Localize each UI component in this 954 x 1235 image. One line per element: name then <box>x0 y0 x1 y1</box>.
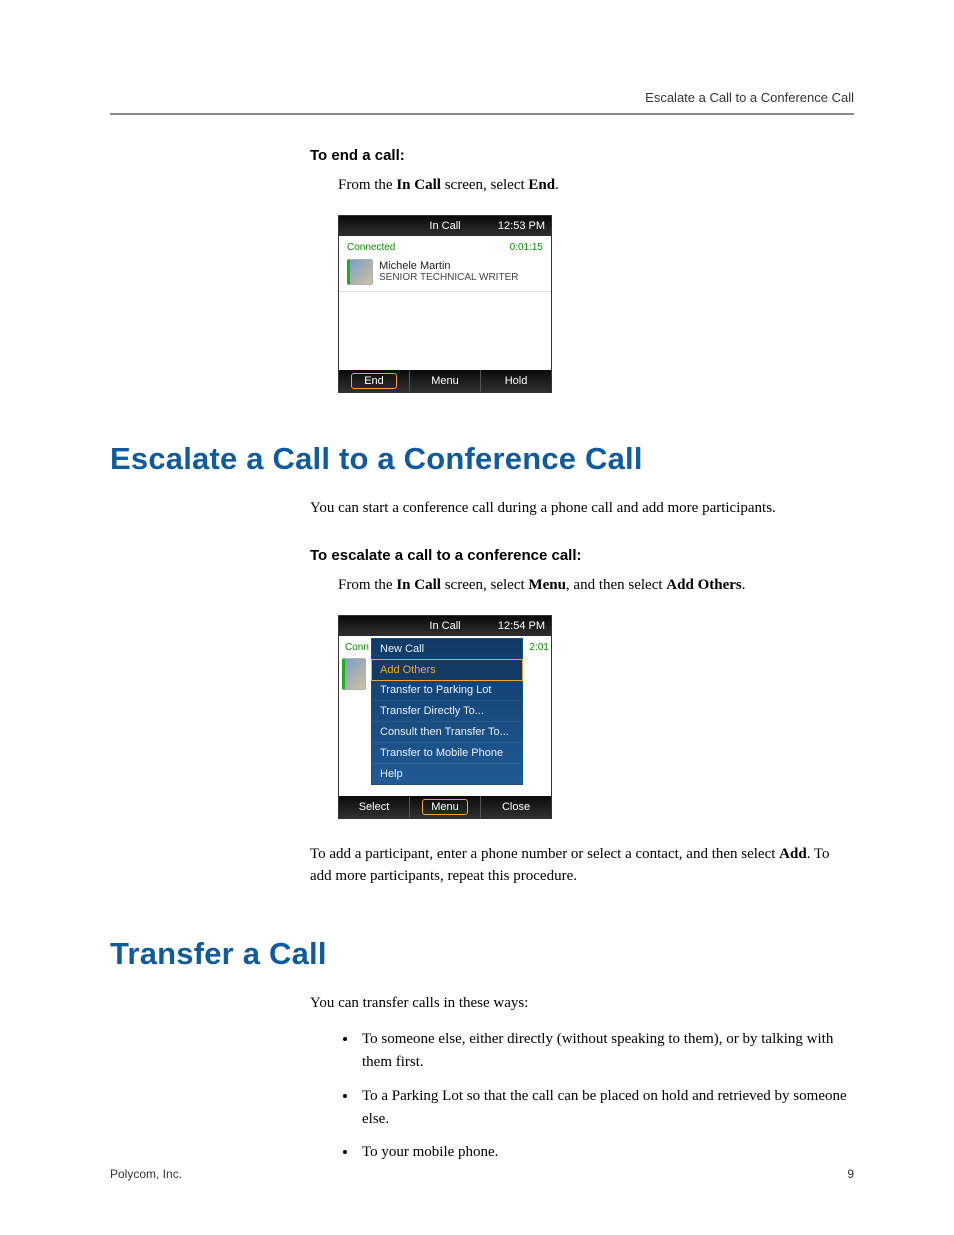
avatar <box>342 658 366 690</box>
footer-company: Polycom, Inc. <box>110 1167 182 1181</box>
status-label: Conn <box>345 642 369 653</box>
avatar <box>347 259 373 285</box>
page-footer: Polycom, Inc. 9 <box>110 1167 854 1181</box>
contact-name: Michele Martin <box>379 260 518 272</box>
screenshot-in-call: In Call 12:53 PM Connected 0:01:15 Miche… <box>338 215 552 393</box>
menu-item-add-others[interactable]: Add Others <box>371 659 523 681</box>
task-title-escalate: To escalate a call to a conference call: <box>310 547 854 564</box>
menu-item-new-call[interactable]: New Call <box>372 639 522 660</box>
page: Escalate a Call to a Conference Call To … <box>0 0 954 1235</box>
running-header: Escalate a Call to a Conference Call <box>110 90 854 105</box>
bold: In Call <box>396 577 441 593</box>
clock: 12:53 PM <box>498 220 545 232</box>
text: From the <box>338 177 396 193</box>
softkey-bar: End Menu Hold <box>339 370 551 392</box>
contact-info: Michele Martin SENIOR TECHNICAL WRITER <box>379 260 518 283</box>
softkey-menu[interactable]: Menu <box>410 796 480 818</box>
content-block-1: To end a call: From the In Call screen, … <box>110 147 854 393</box>
heading-transfer: Transfer a Call <box>110 936 854 972</box>
softkey-select[interactable]: Select <box>339 796 409 818</box>
bold: Menu <box>528 577 566 593</box>
content-block-3: You can transfer calls in these ways: To… <box>110 992 854 1165</box>
softkey-end[interactable]: End <box>339 370 409 392</box>
content-block-2: You can start a conference call during a… <box>110 497 854 888</box>
bold: Add Others <box>666 577 741 593</box>
header-rule <box>110 113 854 115</box>
screenshot-menu: In Call 12:54 PM Conn 2:01 New Call Add … <box>338 615 552 819</box>
bold: Add <box>779 846 807 862</box>
body-end-call: From the In Call screen, select End. <box>310 174 854 197</box>
body-escalate: From the In Call screen, select Menu, an… <box>310 574 854 597</box>
call-timer: 2:01 <box>530 642 549 653</box>
bullet-list: To someone else, either directly (withou… <box>310 1028 854 1164</box>
page-number: 9 <box>847 1167 854 1181</box>
highlight-border <box>422 799 468 815</box>
status-row: Connected 0:01:15 <box>339 236 551 255</box>
spacer <box>339 292 551 370</box>
softkey-close[interactable]: Close <box>481 796 551 818</box>
intro-transfer: You can transfer calls in these ways: <box>310 992 854 1015</box>
list-item: To your mobile phone. <box>358 1141 854 1164</box>
screen-body: Conn 2:01 New Call Add Others Transfer t… <box>339 636 551 796</box>
softkey-menu[interactable]: Menu <box>410 370 480 392</box>
text: . <box>742 577 746 593</box>
bold: In Call <box>396 177 441 193</box>
status-label: Connected <box>347 242 395 253</box>
bold: End <box>528 177 555 193</box>
text: From the <box>338 577 396 593</box>
softkey-hold[interactable]: Hold <box>481 370 551 392</box>
softkey-bar: Select Menu Close <box>339 796 551 818</box>
text: screen, select <box>441 177 528 193</box>
highlight-border <box>351 373 397 389</box>
titlebar: In Call 12:54 PM <box>339 616 551 636</box>
text: . <box>555 177 559 193</box>
text: screen, select <box>441 577 528 593</box>
menu-item-transfer-directly[interactable]: Transfer Directly To... <box>372 701 522 722</box>
call-timer: 0:01:15 <box>510 242 543 253</box>
list-item: To a Parking Lot so that the call can be… <box>358 1085 854 1132</box>
intro-escalate: You can start a conference call during a… <box>310 497 854 520</box>
text: To add a participant, enter a phone numb… <box>310 846 779 862</box>
text: , and then select <box>566 577 666 593</box>
menu-item-transfer-parking[interactable]: Transfer to Parking Lot <box>372 680 522 701</box>
menu-item-consult-transfer[interactable]: Consult then Transfer To... <box>372 722 522 743</box>
titlebar: In Call 12:53 PM <box>339 216 551 236</box>
contact-role: SENIOR TECHNICAL WRITER <box>379 272 518 283</box>
menu-item-transfer-mobile[interactable]: Transfer to Mobile Phone <box>372 743 522 764</box>
menu-popup: New Call Add Others Transfer to Parking … <box>371 638 523 785</box>
body-add-participant: To add a participant, enter a phone numb… <box>310 843 854 888</box>
menu-item-help[interactable]: Help <box>372 764 522 784</box>
task-title-end-call: To end a call: <box>310 147 854 164</box>
list-item: To someone else, either directly (withou… <box>358 1028 854 1075</box>
heading-escalate: Escalate a Call to a Conference Call <box>110 441 854 477</box>
clock: 12:54 PM <box>498 620 545 632</box>
contact-row: Michele Martin SENIOR TECHNICAL WRITER <box>339 255 551 292</box>
